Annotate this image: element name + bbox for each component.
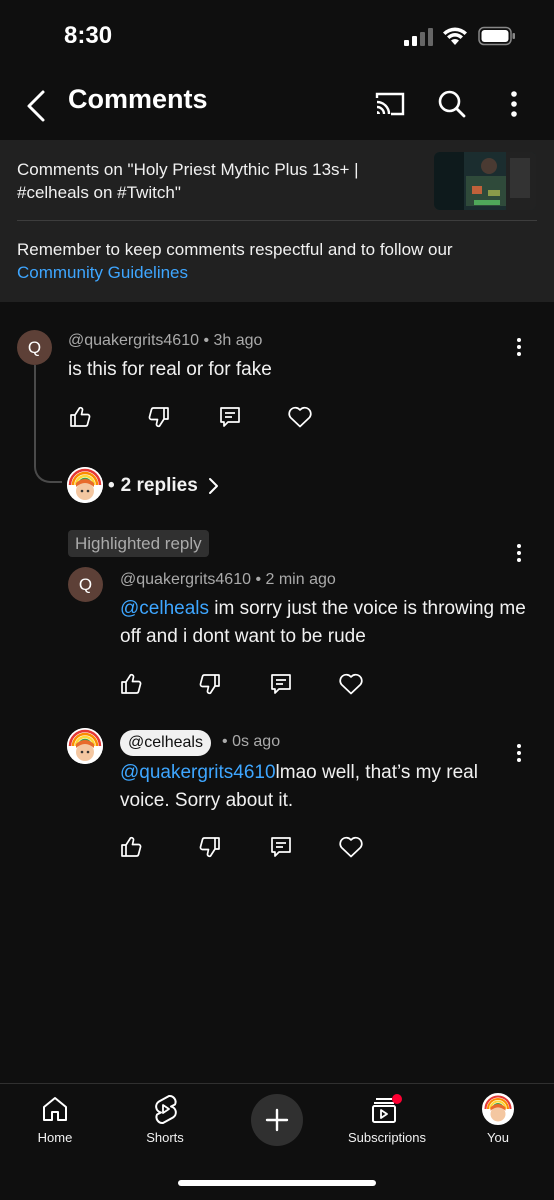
reply-button[interactable]: [261, 664, 301, 704]
dislike-button[interactable]: [190, 827, 230, 867]
back-button[interactable]: [14, 80, 58, 132]
reply-text: @celheals im sorry just the voice is thr…: [120, 595, 530, 651]
thumbs-up-icon: [121, 673, 142, 694]
more-options-button[interactable]: [494, 82, 534, 126]
meta-separator: •: [222, 733, 228, 750]
replies-count: 2 replies: [120, 475, 198, 496]
reply-time: 2 min ago: [265, 571, 336, 588]
subscriptions-icon: [372, 1094, 402, 1123]
status-time: 8:30: [64, 22, 113, 49]
reply-meta: @quakergrits4610 • 2 min ago: [120, 571, 336, 589]
reply-button[interactable]: [210, 397, 250, 437]
nav-label-you: You: [487, 1130, 509, 1145]
video-thumbnail[interactable]: [434, 152, 536, 210]
thumbs-up-icon: [121, 836, 142, 857]
avatar[interactable]: Q: [68, 567, 103, 602]
comments-header-panel: Comments on "Holy Priest Mythic Plus 13s…: [0, 140, 554, 302]
cast-button[interactable]: [368, 82, 412, 126]
nav-label-subscriptions: Subscriptions: [347, 1130, 427, 1145]
reply-time: 0s ago: [232, 733, 281, 750]
community-guidelines-link[interactable]: Community Guidelines: [17, 263, 188, 282]
video-title-info[interactable]: Comments on "Holy Priest Mythic Plus 13s…: [17, 158, 397, 204]
nav-label-shorts: Shorts: [146, 1130, 184, 1145]
create-button[interactable]: [251, 1094, 303, 1146]
dislike-button[interactable]: [139, 397, 179, 437]
reply-meta: • 0s ago: [222, 733, 280, 751]
home-indicator: [178, 1180, 376, 1186]
reply-icon: [220, 407, 240, 427]
thread-connector: [34, 365, 62, 483]
nav-shorts[interactable]: Shorts: [110, 1092, 220, 1152]
heart-icon: [339, 673, 363, 695]
avatar[interactable]: Q: [17, 330, 52, 365]
comment-options-button[interactable]: [504, 329, 534, 365]
more-vert-icon: [517, 338, 521, 356]
thumbs-down-icon: [148, 407, 169, 428]
avatar-letter: Q: [27, 337, 42, 357]
creator-name-chip[interactable]: @celheals: [120, 730, 211, 756]
search-button[interactable]: [430, 82, 474, 126]
reminder-text: Remember to keep comments respectful and…: [17, 240, 453, 259]
like-button[interactable]: [60, 397, 100, 437]
reply-options-button[interactable]: [504, 535, 534, 571]
reply-icon: [271, 674, 291, 694]
cellular-signal-icon: [404, 28, 433, 46]
heart-icon: [339, 836, 363, 858]
avatar-letter: Q: [78, 574, 93, 594]
like-button[interactable]: [111, 664, 151, 704]
page-title: Comments: [68, 84, 208, 114]
wifi-icon: [443, 27, 467, 45]
more-vert-icon: [517, 544, 521, 562]
avatar-image: [483, 1094, 513, 1124]
more-vert-icon: [511, 91, 517, 117]
plus-icon: [265, 1108, 289, 1132]
avatar-image: [67, 728, 103, 764]
thumbs-up-icon: [70, 406, 91, 427]
reply-icon: [271, 837, 291, 857]
heart-icon: [288, 406, 312, 428]
reply-mention[interactable]: @celheals: [120, 598, 209, 619]
avatar[interactable]: [67, 728, 103, 764]
comment-meta: @quakergrits4610 • 3h ago: [68, 332, 262, 350]
highlighted-reply-badge: Highlighted reply: [68, 530, 209, 557]
status-bar: 8:30: [0, 0, 554, 72]
reply-text: @quakergrits4610lmao well, that’s my rea…: [120, 759, 530, 815]
search-icon: [438, 90, 466, 118]
home-icon: [43, 1097, 67, 1121]
comment-time: 3h ago: [213, 332, 263, 349]
meta-separator: •: [255, 571, 262, 588]
nav-you[interactable]: You: [443, 1092, 553, 1152]
heart-button[interactable]: [331, 827, 371, 867]
comment-author[interactable]: @quakergrits4610: [68, 332, 199, 349]
app-bar: Comments: [0, 72, 554, 140]
view-replies-button[interactable]: • 2 replies: [108, 472, 220, 500]
avatar: [482, 1093, 514, 1125]
nav-label-home: Home: [37, 1130, 73, 1145]
reply-mention[interactable]: @quakergrits4610: [120, 762, 276, 783]
nav-subscriptions[interactable]: Subscriptions: [332, 1092, 442, 1152]
like-button[interactable]: [111, 827, 151, 867]
heart-button[interactable]: [280, 397, 320, 437]
battery-icon: [478, 26, 515, 46]
chevron-right-icon: [208, 478, 218, 494]
shorts-icon: [155, 1095, 177, 1124]
nav-home[interactable]: Home: [0, 1092, 110, 1152]
meta-separator: •: [203, 332, 210, 349]
dislike-button[interactable]: [190, 664, 230, 704]
replies-separator: •: [108, 475, 115, 496]
heart-button[interactable]: [331, 664, 371, 704]
panel-divider: [17, 220, 537, 221]
thumbs-down-icon: [199, 837, 220, 858]
reply-button[interactable]: [261, 827, 301, 867]
thumbs-down-icon: [199, 674, 220, 695]
back-arrow-icon: [27, 90, 45, 122]
thumbnail-image: [434, 152, 536, 210]
reply-author[interactable]: @quakergrits4610: [120, 571, 251, 588]
avatar[interactable]: [67, 467, 103, 503]
cast-icon: [375, 92, 405, 116]
avatar-image: [67, 467, 103, 503]
comment-text: is this for real or for fake: [68, 359, 272, 380]
community-reminder: Remember to keep comments respectful and…: [17, 238, 537, 284]
